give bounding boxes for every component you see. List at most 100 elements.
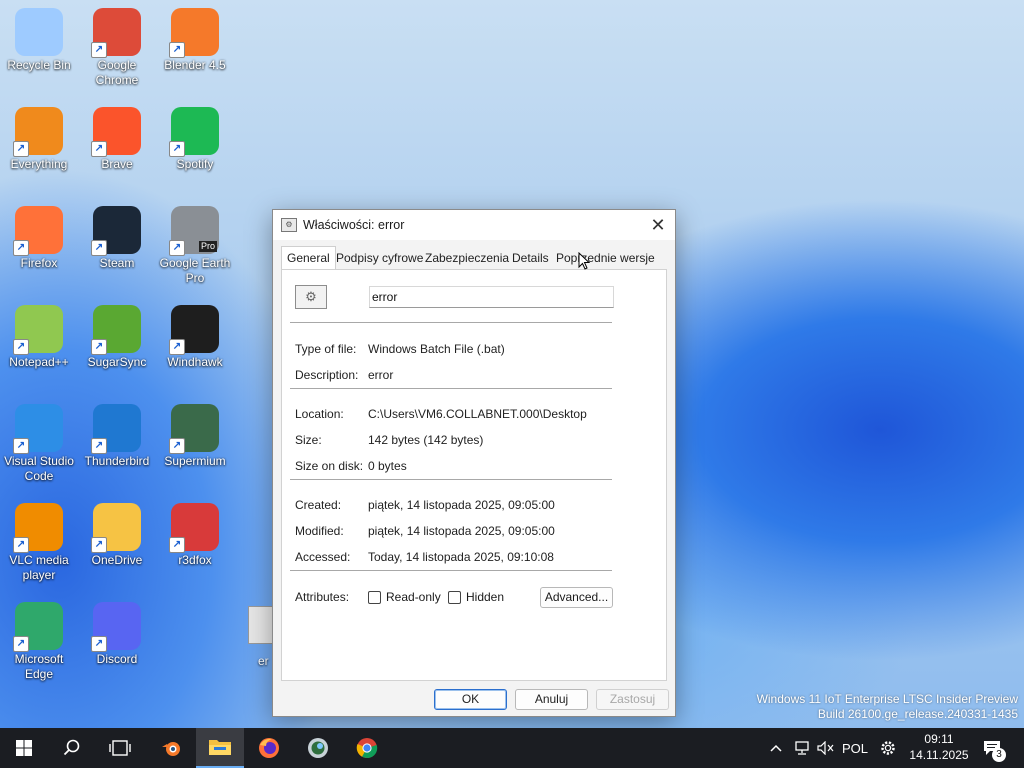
desktop-icon[interactable]: ↗ Everything [0,103,78,172]
network-icon[interactable] [790,728,814,768]
general-panel: ⚙ error Type of file: Windows Batch File… [281,269,667,681]
shortcut-arrow-icon: ↗ [169,339,185,355]
desktop-icon[interactable]: ↗ OneDrive [78,499,156,568]
modified-value: piątek, 14 listopada 2025, 09:05:00 [368,524,555,538]
desktop-icon-label: Recycle Bin [7,58,71,72]
checkbox-box[interactable] [448,590,461,604]
language-indicator[interactable]: POL [838,728,872,768]
desktop-icon[interactable]: ↗ Windhawk [156,301,234,370]
desktop-icon[interactable]: ↗ Google Chrome [78,4,156,88]
clock[interactable]: 09:11 14.11.2025 [904,731,974,763]
desktop-icon[interactable]: ↗ r3dfox [156,499,234,568]
desktop-icon[interactable]: ↗ VLC media player [0,499,78,583]
close-button[interactable]: ✕ [647,214,669,236]
watermark-line-1: Windows 11 IoT Enterprise LTSC Insider P… [756,692,1018,706]
size-label: Size: [295,433,322,447]
tab-security[interactable]: Zabezpieczenia [425,249,509,268]
desktop-icon[interactable]: Recycle Bin [0,4,78,73]
blender-icon: ↗ [169,8,219,58]
shortcut-arrow-icon: ↗ [13,240,29,256]
desktop-icon-label: Firefox [20,256,58,270]
desktop-icon-label: Thunderbird [84,454,150,468]
taskbar: POL 09:11 14.11.2025 3 [0,728,1024,768]
tab-general[interactable]: General [281,246,336,269]
desktop-icon[interactable]: ↗ SugarSync [78,301,156,370]
hidden-checkbox[interactable]: Hidden [448,590,504,604]
task-view-icon[interactable] [96,728,144,768]
chevron-up-icon[interactable] [766,728,786,768]
dialog-titlebar[interactable]: ⚙ Właściwości: error ✕ [273,210,675,240]
desktop-icon[interactable]: ↗ Blender 4.5 [156,4,234,73]
tab-previous-versions[interactable]: Poprzednie wersje [556,249,655,268]
divider [290,388,612,389]
divider [290,570,612,571]
error-file-label-partial: er [258,654,269,668]
search-icon[interactable] [48,728,96,768]
vscode-icon: ↗ [13,404,63,454]
blender-icon[interactable] [148,728,196,768]
desktop-icon-label: r3dfox [178,553,212,567]
batch-file-icon: ⚙ [281,218,297,232]
accessed-value: Today, 14 listopada 2025, 09:10:08 [368,550,554,564]
desktop-icon[interactable]: ↗ Steam [78,202,156,271]
created-value: piątek, 14 listopada 2025, 09:05:00 [368,498,555,512]
desktop-icon[interactable]: ↗ Spotify [156,103,234,172]
shortcut-arrow-icon: ↗ [91,42,107,58]
desktop-icon-label: Google Earth Pro [159,256,231,285]
desktop-icon[interactable]: ↗ Notepad++ [0,301,78,370]
desktop-icon[interactable]: ↗ Pro Google Earth Pro [156,202,234,286]
accessed-label: Accessed: [295,550,351,564]
desktop-icon-label: Visual Studio Code [4,454,74,483]
desktop-icon[interactable]: ↗ Thunderbird [78,400,156,469]
desktop-icon[interactable]: ↗ Brave [78,103,156,172]
desktop-icon[interactable]: ↗ Firefox [0,202,78,271]
modified-label: Modified: [295,524,344,538]
supermium-icon[interactable] [294,728,342,768]
size-on-disk-label: Size on disk: [295,459,364,473]
start-icon[interactable] [0,728,48,768]
supermium-icon: ↗ [169,404,219,454]
desktop-icon-label: OneDrive [91,553,143,567]
chrome-icon[interactable] [343,728,391,768]
location-value: C:\Users\VM6.COLLABNET.000\Desktop [368,407,587,421]
shortcut-arrow-icon: ↗ [13,141,29,157]
tab-details[interactable]: Details [512,249,549,268]
volume-muted-icon[interactable] [814,728,838,768]
advanced-button[interactable]: Advanced... [540,587,613,608]
shortcut-arrow-icon: ↗ [91,537,107,553]
sugarsync-icon: ↗ [91,305,141,355]
cancel-button[interactable]: Anuluj [515,689,588,710]
clock-time: 09:11 [924,732,954,746]
ok-button[interactable]: OK [434,689,507,710]
shortcut-arrow-icon: ↗ [13,537,29,553]
vlc-icon: ↗ [13,503,63,553]
notification-count-badge: 3 [992,748,1006,762]
desktop-icon[interactable]: ↗ Visual Studio Code [0,400,78,484]
apply-button[interactable]: Zastosuj [596,689,669,710]
desktop-icon-label: Windhawk [167,355,223,369]
desktop-icon[interactable]: ↗ Microsoft Edge [0,598,78,682]
desktop-icon-label: VLC media player [9,553,69,582]
desktop-icon[interactable]: ↗ Supermium [156,400,234,469]
firefox-icon[interactable] [245,728,293,768]
file-name-input[interactable]: error [369,286,614,308]
shortcut-arrow-icon: ↗ [169,141,185,157]
chrome-icon: ↗ [91,8,141,58]
type-label: Type of file: [295,342,357,356]
recycle-bin-icon [15,8,63,56]
onedrive-icon: ↗ [91,503,141,553]
desktop-icon-label: Steam [99,256,135,270]
desktop-icon-label: Discord [96,652,138,666]
shortcut-arrow-icon: ↗ [13,438,29,454]
gear-icon[interactable] [876,728,900,768]
desktop-icon-label: SugarSync [87,355,147,369]
checkbox-box[interactable] [368,590,381,604]
shortcut-arrow-icon: ↗ [91,240,107,256]
shortcut-arrow-icon: ↗ [169,240,185,256]
read-only-checkbox[interactable]: Read-only [368,590,441,604]
type-value: Windows Batch File (.bat) [368,342,505,356]
windhawk-icon: ↗ [169,305,219,355]
desktop-icon[interactable]: ↗ Discord [78,598,156,667]
file-explorer-icon[interactable] [196,728,244,768]
tab-digital-signatures[interactable]: Podpisy cyfrowe [336,249,423,268]
